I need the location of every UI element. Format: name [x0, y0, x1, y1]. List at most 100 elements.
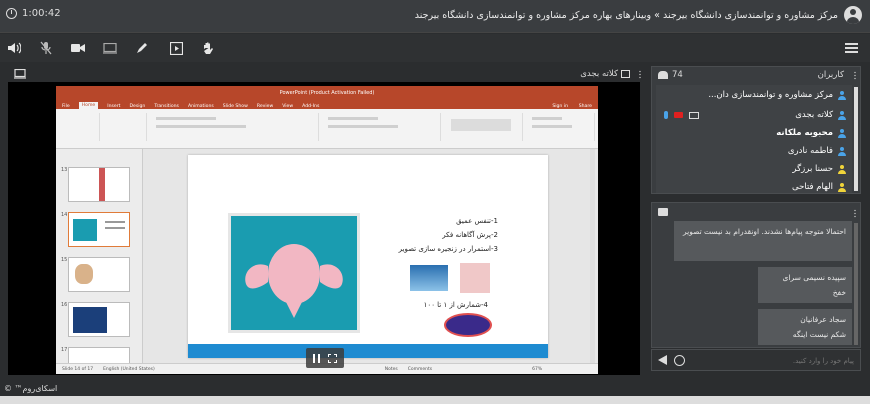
slide-line-2: 2-پرش آگاهانه فکر [442, 231, 498, 239]
participant-count: 74 [672, 70, 683, 80]
mic-icon [664, 111, 668, 119]
chat-input-bar [651, 349, 861, 371]
user-icon [838, 110, 846, 120]
chat-message: سپیده نسیمی سرای خفخ [758, 267, 852, 303]
participant-name: حسنا برزگر [792, 164, 833, 174]
thumb-num: 15 [61, 257, 68, 263]
bottom-strip [0, 396, 870, 404]
chat-menu-icon[interactable] [854, 209, 856, 218]
participant-row[interactable]: الهام فتاحی [792, 179, 846, 193]
send-icon[interactable] [658, 355, 667, 365]
chat-scrollbar[interactable] [854, 223, 858, 345]
participant-name: مرکز مشاوره و توانمندسازی دان... [708, 90, 833, 100]
camera-icon[interactable] [70, 40, 86, 56]
thumb-num: 14 [61, 212, 68, 218]
participant-name: محبوبه ملکانه [776, 128, 833, 138]
sky-image [410, 265, 448, 291]
speaker-icon[interactable] [6, 40, 22, 56]
account-icon[interactable] [844, 6, 862, 24]
chat-message-text: شکم نیست اینگه [792, 330, 846, 339]
menu-icon[interactable] [845, 43, 858, 53]
people-icon [658, 71, 668, 79]
current-slide: 1-تنفس عمیق 2-پرش آگاهانه فکر 3-استمرار … [188, 155, 548, 358]
brain-image [460, 263, 490, 293]
slide-line-1: 1-تنفس عمیق [456, 217, 498, 225]
chat-message: سجاد عرفانیان شکم نیست اینگه [758, 309, 852, 345]
video-icon [674, 112, 683, 118]
participants-title: کاربران [817, 70, 844, 80]
thumb-num: 13 [61, 167, 68, 173]
pp-workspace: 13 14 15 16 17 1-تنفس عمیق 2-پرش آگاهانه… [56, 149, 598, 374]
thumb-num: 17 [61, 347, 68, 353]
participants-menu-icon[interactable] [854, 71, 856, 80]
presenter-name: کلاته بجدی [580, 69, 618, 79]
user-icon [838, 182, 846, 192]
chat-message: احتمالا متوجه پیام‌ها نشدند. اونقدرام بد… [674, 221, 852, 261]
participants-scrollbar[interactable] [854, 87, 858, 191]
pp-title-bar: PowerPoint (Product Activation Failed) [56, 86, 598, 99]
thumb-num: 16 [61, 302, 68, 308]
thumbnail-14[interactable] [68, 212, 130, 247]
participants-panel: 74 کاربران مرکز مشاوره و توانمندسازی دان… [651, 66, 861, 194]
user-icon [838, 128, 846, 138]
chat-author: سپیده نسیمی سرای [782, 273, 846, 282]
chat-panel: احتمالا متوجه پیام‌ها نشدند. اونقدرام بد… [651, 202, 861, 348]
chat-message-text: احتمالا متوجه پیام‌ها نشدند. اونقدرام بد… [682, 227, 846, 236]
pp-title: PowerPoint (Product Activation Failed) [279, 89, 375, 96]
monitor-icon [14, 69, 26, 79]
slide-counter: Slide 14 of 17 [62, 366, 94, 372]
pp-tab-home[interactable]: Home [78, 102, 99, 109]
mic-muted-icon[interactable] [38, 40, 54, 56]
presenter-icon [621, 70, 630, 78]
stage-menu-icon[interactable] [639, 70, 641, 79]
chat-message-text: خفخ [832, 288, 846, 297]
fullscreen-icon[interactable] [328, 353, 337, 363]
zoom-level: 67% [532, 366, 543, 372]
chat-author: سجاد عرفانیان [800, 315, 846, 324]
emoji-icon[interactable] [674, 355, 685, 366]
shared-powerpoint-window: PowerPoint (Product Activation Failed) F… [56, 86, 598, 374]
thumbnail-16[interactable] [68, 302, 130, 337]
participant-row[interactable]: فاطمه نادری [788, 143, 846, 159]
slide-thumbnails[interactable]: 13 14 15 16 17 [56, 149, 143, 374]
ribbon-clipboard [60, 113, 100, 141]
pp-ribbon [56, 109, 598, 149]
session-timer: 1:00:42 [6, 8, 61, 19]
participants-list: مرکز مشاوره و توانمندسازی دان... کلاته ب… [656, 85, 852, 193]
room-title: مرکز مشاوره و توانمندسازی دانشگاه بیرجند… [414, 10, 838, 21]
comments-button[interactable]: Comments [408, 367, 432, 372]
participants-header: 74 کاربران [652, 67, 860, 83]
pp-ribbon-tabs: File Home Insert Design Transitions Anim… [56, 99, 598, 109]
participant-name: الهام فتاحی [792, 182, 833, 192]
numbers-image [444, 313, 492, 337]
chat-input[interactable] [694, 353, 854, 368]
slide-line-3: 3-استمرار در زنجیره سازی تصویر [398, 245, 498, 253]
brand-footer: اسکای‌روم™ © [4, 384, 58, 393]
raise-hand-icon[interactable] [200, 40, 216, 56]
chat-header [652, 205, 860, 221]
pen-icon[interactable] [134, 40, 150, 56]
participant-row[interactable]: حسنا برزگر [792, 161, 846, 177]
timer-text: 1:00:42 [22, 8, 61, 19]
user-icon [838, 90, 846, 100]
player-controls [306, 348, 344, 368]
top-bar: 1:00:42 مرکز مشاوره و توانمندسازی دانشگا… [0, 0, 870, 33]
presenter-media-icons [664, 111, 699, 119]
participant-row[interactable]: مرکز مشاوره و توانمندسازی دان... [708, 87, 846, 103]
stage-header: کلاته بجدی [10, 66, 642, 82]
muscle-brain-image [228, 213, 360, 333]
slide-line-4: 4-شمارش از ۱ تا ۱۰۰ [423, 301, 488, 309]
participant-row[interactable]: محبوبه ملکانه [776, 125, 846, 141]
screen-share-icon[interactable] [102, 40, 118, 56]
slide-footer-bar [188, 344, 548, 358]
participant-name: کلاته بجدی [795, 110, 833, 120]
thumbnail-13[interactable] [68, 167, 130, 202]
language: English (United States) [103, 366, 155, 372]
thumbnail-15[interactable] [68, 257, 130, 292]
notes-button[interactable]: Notes [385, 367, 398, 372]
participant-row[interactable]: کلاته بجدی [795, 107, 846, 123]
pp-scrollbar[interactable] [590, 149, 595, 363]
pause-icon[interactable] [313, 353, 320, 363]
clock-icon [6, 8, 17, 19]
play-media-icon[interactable] [168, 40, 184, 56]
